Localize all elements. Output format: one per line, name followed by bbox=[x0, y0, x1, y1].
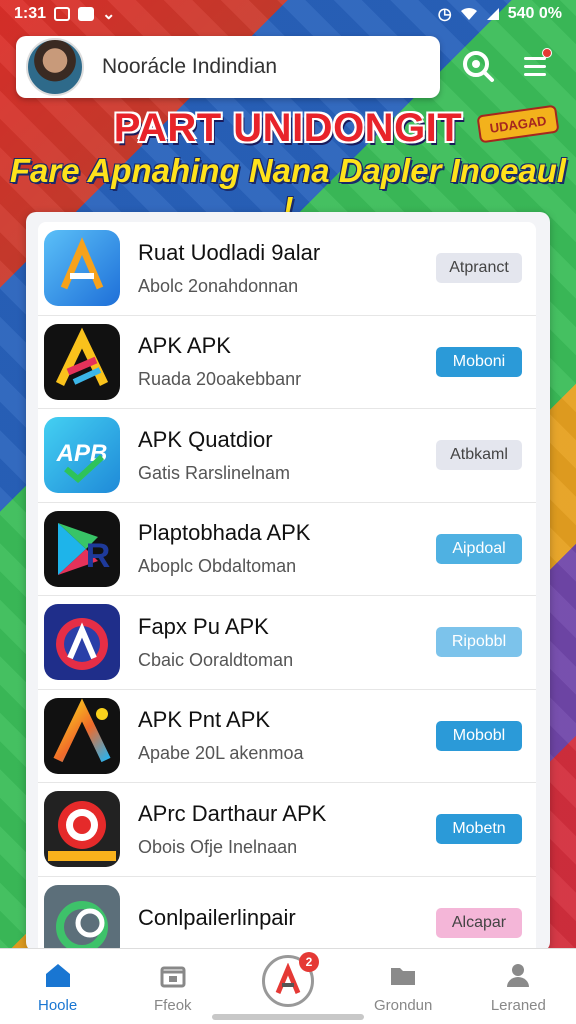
search-icon[interactable] bbox=[458, 46, 498, 86]
app-subtitle: Abolc 2onahdonnan bbox=[138, 275, 299, 296]
app-subtitle: Obois Ofje Inelnaan bbox=[138, 836, 298, 857]
app-subtitle: Gatis Rarslinelnam bbox=[138, 462, 291, 483]
nav-item-folder[interactable]: Grondun bbox=[355, 959, 451, 1014]
status-bar: 1:31 ⌄ ◷ 540 0% bbox=[0, 0, 576, 28]
nav-item-person[interactable]: Leraned bbox=[470, 959, 566, 1014]
home-icon bbox=[42, 959, 74, 991]
app-list-item[interactable]: Fapx Pu APK Cbaic Ooraldtoman Ripobbl bbox=[38, 596, 536, 690]
app-list-item[interactable]: Ruat Uodladi 9alar Abolc 2onahdonnan Atp… bbox=[38, 222, 536, 316]
app-list-item[interactable]: Conlpailerlinpair Alcapar bbox=[38, 877, 536, 952]
app-action-button[interactable]: Mobobl bbox=[436, 720, 522, 751]
app-list-item[interactable]: APrc Darthaur APK Obois Ofje Inelnaan Mo… bbox=[38, 783, 536, 877]
app-action-button[interactable]: Moboni bbox=[436, 346, 522, 377]
nav-label: Grondun bbox=[373, 997, 433, 1014]
app-subtitle: Ruada 20oakebbanr bbox=[138, 369, 302, 390]
home-indicator[interactable] bbox=[212, 1014, 364, 1020]
avatar[interactable] bbox=[26, 38, 84, 96]
svg-text:R: R bbox=[86, 537, 111, 575]
status-time: 1:31 bbox=[14, 5, 47, 22]
app-action-button[interactable]: Mobetn bbox=[436, 814, 522, 845]
mail-icon bbox=[78, 7, 95, 21]
notification-badge bbox=[542, 48, 552, 58]
app-center-icon[interactable]: 2 bbox=[261, 952, 319, 1007]
nav-item-store[interactable]: Ffeok bbox=[125, 959, 221, 1014]
alarm-icon: ◷ bbox=[437, 6, 452, 23]
app-subtitle: Apabe 20L akenmoa bbox=[138, 743, 304, 764]
nav-label: Ffeok bbox=[154, 997, 192, 1014]
chevron-icon: ⌄ bbox=[102, 6, 116, 23]
bottom-navigation: Hoole Ffeok 2 Grondun Leraned bbox=[0, 948, 576, 1024]
app-list-item[interactable]: APB APK Quatdior Gatis Rarslinelnam Atbk… bbox=[38, 409, 536, 503]
shield-a-icon[interactable] bbox=[44, 604, 120, 681]
app-subtitle: Aboplc Obdaltoman bbox=[138, 556, 297, 577]
app-list[interactable]: Ruat Uodladi 9alar Abolc 2onahdonnan Atp… bbox=[38, 222, 536, 952]
target-icon[interactable] bbox=[44, 791, 120, 868]
app-list-card: Ruat Uodladi 9alar Abolc 2onahdonnan Atp… bbox=[26, 212, 550, 952]
store-icon bbox=[157, 959, 189, 991]
app-list-item[interactable]: APK Pnt APK Apabe 20L akenmoa Mobobl bbox=[38, 690, 536, 783]
android-arrow-icon[interactable] bbox=[44, 230, 120, 307]
nav-label: Hoole bbox=[37, 997, 78, 1014]
gradient-a-icon[interactable] bbox=[44, 697, 120, 774]
nav-item-home[interactable]: Hoole bbox=[10, 959, 106, 1014]
app-name: APrc Darthaur APK bbox=[138, 800, 327, 826]
app-action-button[interactable]: Atbkaml bbox=[436, 440, 522, 471]
app-name: Conlpailerlinpair bbox=[138, 904, 296, 930]
app-name: Ruat Uodladi 9alar bbox=[138, 239, 321, 265]
play-r-icon[interactable]: R bbox=[44, 510, 120, 587]
app-name: APK Pnt APK bbox=[138, 707, 271, 733]
wifi-icon bbox=[460, 7, 477, 20]
profile-search-bar[interactable]: Noorácle Indindian bbox=[16, 36, 440, 98]
notification-icon bbox=[54, 7, 71, 21]
app-action-button[interactable]: Alcapar bbox=[436, 907, 522, 938]
nav-item-app-center[interactable]: 2 bbox=[240, 952, 336, 1007]
rainbow-a-icon[interactable] bbox=[44, 323, 120, 400]
signal-icon bbox=[486, 8, 499, 20]
app-subtitle: Cbaic Ooraldtoman bbox=[138, 649, 294, 670]
folder-icon bbox=[387, 959, 419, 991]
app-action-button[interactable]: Atpranct bbox=[436, 253, 522, 284]
apb-check-icon[interactable]: APB bbox=[44, 417, 120, 494]
app-name: Fapx Pu APK bbox=[138, 613, 269, 639]
app-name: APK APK bbox=[138, 333, 231, 359]
app-list-item[interactable]: APK APK Ruada 20oakebbanr Moboni bbox=[38, 316, 536, 409]
nav-label: Leraned bbox=[490, 997, 546, 1014]
app-action-button[interactable]: Ripobbl bbox=[436, 627, 522, 658]
app-name: Plaptobhada APK bbox=[138, 520, 311, 546]
app-action-button[interactable]: Aipdoal bbox=[436, 533, 522, 564]
loop-icon[interactable] bbox=[44, 884, 120, 952]
app-list-item[interactable]: R Plaptobhada APK Aboplc Obdaltoman Aipd… bbox=[38, 503, 536, 596]
user-name: Noorácle Indindian bbox=[102, 55, 278, 78]
person-icon bbox=[502, 959, 534, 991]
menu-icon[interactable] bbox=[516, 46, 556, 86]
battery-text: 540 0% bbox=[507, 5, 562, 22]
app-name: APK Quatdior bbox=[138, 426, 273, 452]
nav-badge: 2 bbox=[298, 952, 319, 972]
